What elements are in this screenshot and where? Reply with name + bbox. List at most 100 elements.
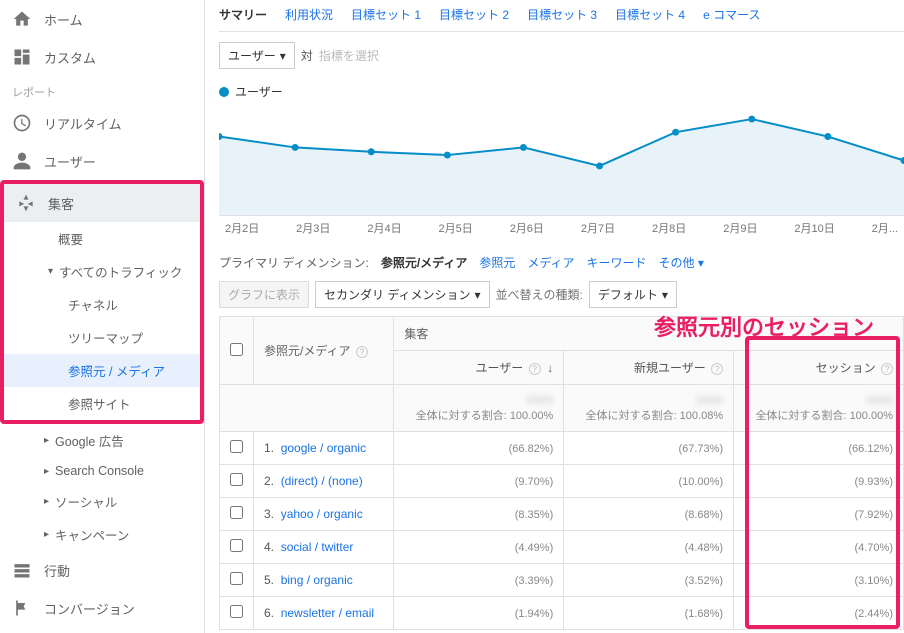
sidebar: ホーム カスタム レポート リアルタイム ユーザー 集客 概要 ▾ すべてのトラ… — [0, 0, 205, 633]
source-link[interactable]: yahoo / organic — [281, 507, 363, 521]
nav-channels[interactable]: チャネル — [4, 288, 200, 321]
dim-media[interactable]: メディア — [527, 254, 574, 271]
nav-label: Search Console — [55, 464, 144, 478]
chart-toolbar: ユーザー ▾ 対 指標を選択 — [219, 32, 904, 79]
table-row: 2. (direct) / (none)(9.70%)(10.00%)(9.93… — [220, 465, 904, 498]
nav-campaign[interactable]: ▸キャンペーン — [0, 518, 204, 551]
source-link[interactable]: (direct) / (none) — [281, 474, 363, 488]
cell-source: 5. bing / organic — [254, 564, 394, 597]
dim-source[interactable]: 参照元 — [479, 254, 515, 271]
metric-selector[interactable]: ユーザー ▾ — [219, 42, 295, 69]
line-chart[interactable] — [219, 106, 904, 216]
row-checkbox[interactable] — [230, 605, 243, 618]
tab-goal4[interactable]: 目標セット 4 — [615, 6, 685, 23]
header-user[interactable]: ユーザー ? ↓ — [394, 351, 564, 385]
nav-acquisition[interactable]: 集客 — [4, 184, 200, 222]
nav-google-ads[interactable]: ▸Google 広告 — [0, 424, 204, 457]
chevron-down-icon: ▾ — [280, 49, 286, 63]
help-icon[interactable]: ? — [711, 363, 723, 375]
nav-all-traffic[interactable]: ▾ すべてのトラフィック — [4, 255, 200, 288]
header-acquisition: 集客 — [394, 317, 904, 351]
nav-treemap[interactable]: ツリーマップ — [4, 321, 200, 354]
behavior-icon — [12, 560, 32, 580]
nav-realtime[interactable]: リアルタイム — [0, 104, 204, 142]
header-session[interactable]: セッション ? — [734, 351, 904, 385]
row-checkbox[interactable] — [230, 506, 243, 519]
nav-referral[interactable]: 参照サイト — [4, 387, 200, 420]
help-icon[interactable]: ? — [881, 363, 893, 375]
source-link[interactable]: social / twitter — [281, 540, 354, 554]
tab-usage[interactable]: 利用状況 — [285, 6, 333, 23]
dim-other[interactable]: その他 ▾ — [659, 254, 704, 271]
header-checkbox-cell — [220, 317, 254, 385]
cell-session: (2.44%) — [734, 597, 904, 630]
row-checkbox[interactable] — [230, 572, 243, 585]
secondary-dimension-selector[interactable]: セカンダリ ディメンション ▾ — [315, 281, 490, 308]
sort-label: 並べ替えの種類: — [496, 286, 583, 303]
dashboard-icon — [12, 47, 32, 67]
legend-dot-icon — [219, 87, 229, 97]
help-icon[interactable]: ? — [356, 346, 368, 358]
nav-user[interactable]: ユーザー — [0, 142, 204, 180]
xaxis-tick: 2月6日 — [510, 220, 544, 236]
nav-social[interactable]: ▸ソーシャル — [0, 485, 204, 518]
flag-icon — [12, 598, 32, 618]
source-link[interactable]: newsletter / email — [281, 606, 374, 620]
nav-label: 集客 — [48, 194, 74, 213]
source-link[interactable]: google / organic — [281, 441, 366, 455]
source-link[interactable]: bing / organic — [281, 573, 353, 587]
chart-legend: ユーザー — [219, 79, 904, 106]
tab-goal2[interactable]: 目標セット 2 — [439, 6, 509, 23]
row-checkbox[interactable] — [230, 539, 243, 552]
plot-button: グラフに表示 — [219, 281, 309, 308]
tab-goal1[interactable]: 目標セット 1 — [351, 6, 421, 23]
metric-placeholder[interactable]: 指標を選択 — [319, 47, 379, 64]
nav-behavior[interactable]: 行動 — [0, 551, 204, 589]
chart-xaxis: 2月2日2月3日2月4日2月5日2月6日2月7日2月8日2月9日2月10日2月.… — [219, 216, 904, 246]
xaxis-tick: 2月... — [872, 220, 898, 236]
cell-source: 6. newsletter / email — [254, 597, 394, 630]
totals-session: 8888全体に対する割合: 100.00% — [734, 385, 904, 432]
cell-new-user: (4.48%) — [564, 531, 734, 564]
dim-active[interactable]: 参照元/メディア — [381, 254, 468, 271]
caret-right-icon: ▸ — [44, 529, 49, 540]
dim-keyword[interactable]: キーワード — [587, 254, 647, 271]
select-all-checkbox[interactable] — [230, 343, 243, 356]
xaxis-tick: 2月10日 — [794, 220, 834, 236]
main-content: サマリー 利用状況 目標セット 1 目標セット 2 目標セット 3 目標セット … — [205, 0, 904, 633]
cell-session: (66.12%) — [734, 432, 904, 465]
nav-label: すべてのトラフィック — [59, 262, 182, 281]
nav-conversion[interactable]: コンバージョン — [0, 589, 204, 627]
blurred-value: 8888 — [866, 393, 893, 407]
table-row: 3. yahoo / organic(8.35%)(8.68%)(7.92%) — [220, 498, 904, 531]
cell-new-user: (8.68%) — [564, 498, 734, 531]
table-row: 6. newsletter / email(1.94%)(1.68%)(2.44… — [220, 597, 904, 630]
nav-overview[interactable]: 概要 — [4, 222, 200, 255]
combo-label: ユーザー — [228, 47, 276, 64]
help-icon[interactable]: ? — [529, 363, 541, 375]
header-new-user[interactable]: 新規ユーザー ? — [564, 351, 734, 385]
caret-down-icon: ▾ — [48, 266, 53, 277]
totals-blank — [220, 385, 394, 432]
cell-source: 3. yahoo / organic — [254, 498, 394, 531]
acquisition-icon — [16, 193, 36, 213]
nav-home[interactable]: ホーム — [0, 0, 204, 38]
nav-source-media[interactable]: 参照元 / メディア — [4, 354, 200, 387]
sort-selector[interactable]: デフォルト ▾ — [589, 281, 677, 308]
header-source-media[interactable]: 参照元/メディア ? — [254, 317, 394, 385]
tab-summary[interactable]: サマリー — [219, 6, 267, 23]
nav-label: カスタム — [44, 48, 96, 67]
nav-custom[interactable]: カスタム — [0, 38, 204, 76]
cell-source: 2. (direct) / (none) — [254, 465, 394, 498]
row-checkbox[interactable] — [230, 440, 243, 453]
nav-label: リアルタイム — [44, 114, 122, 133]
vs-label: 対 — [301, 47, 313, 64]
tab-goal3[interactable]: 目標セット 3 — [527, 6, 597, 23]
tab-ecommerce[interactable]: e コマース — [703, 6, 760, 23]
cell-new-user: (67.73%) — [564, 432, 734, 465]
dimension-label: プライマリ ディメンション: — [219, 254, 369, 271]
blurred-value: 8888 — [696, 393, 723, 407]
caret-right-icon: ▸ — [44, 435, 49, 446]
nav-search-console[interactable]: ▸Search Console — [0, 457, 204, 485]
row-checkbox[interactable] — [230, 473, 243, 486]
